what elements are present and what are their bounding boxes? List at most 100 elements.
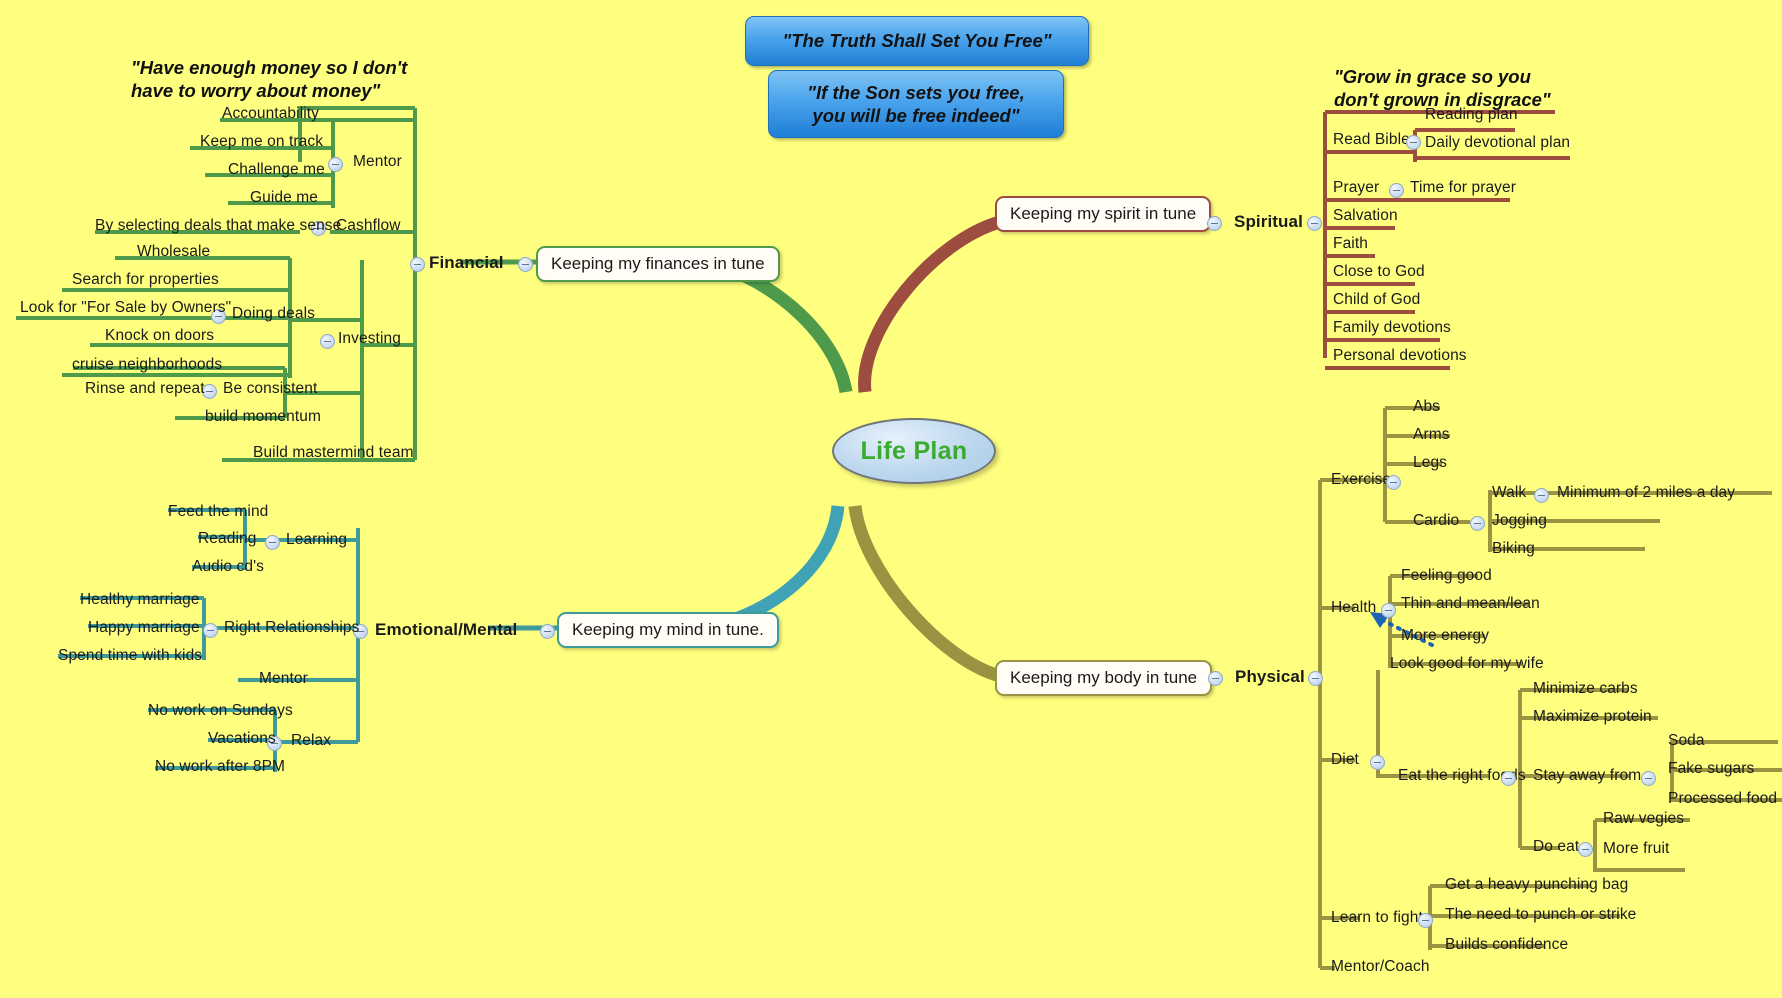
physical-stay-away-item-0[interactable]: Soda [1668, 732, 1705, 750]
emotional-learning-child-0[interactable]: Feed the mind [168, 503, 268, 521]
physical-cardio-child-2[interactable]: Biking [1492, 540, 1535, 558]
physical-fight-child-2[interactable]: Builds confidence [1445, 936, 1568, 954]
emotional-relax-child-2[interactable]: No work after 8PM [155, 758, 285, 776]
spiritual-prayer-child-0[interactable]: Time for prayer [1410, 179, 1516, 197]
physical-walk-child[interactable]: Minimum of 2 miles a day [1557, 484, 1735, 502]
physical-do-eat-child-1[interactable]: More fruit [1603, 840, 1669, 858]
physical-do-eat[interactable]: Do eat [1533, 838, 1579, 856]
spiritual-item-0[interactable]: Salvation [1333, 207, 1398, 225]
collapse-toggle-right-relationships[interactable] [203, 623, 218, 638]
collapse-toggle-learn-to-fight[interactable] [1418, 913, 1433, 928]
spiritual-item-3[interactable]: Child of God [1333, 291, 1420, 309]
financial-deals-child-2[interactable]: Look for "For Sale by Owners" [20, 299, 231, 317]
physical-cardio-child-1[interactable]: Jogging [1492, 512, 1547, 530]
financial-cashflow[interactable]: Cashflow [336, 217, 401, 235]
branch-label-emotional[interactable]: Emotional/Mental [375, 620, 517, 640]
keeping-spirit-box[interactable]: Keeping my spirit in tune [995, 196, 1212, 232]
emotional-rel-child-2[interactable]: Spend time with kids [58, 647, 202, 665]
collapse-toggle-investing[interactable] [320, 334, 335, 349]
spiritual-read-bible[interactable]: Read Bible [1333, 131, 1410, 149]
financial-cashflow-child-0[interactable]: By selecting deals that make sense [95, 217, 341, 235]
spiritual-item-1[interactable]: Faith [1333, 235, 1368, 253]
collapse-toggle-exercise[interactable] [1386, 475, 1401, 490]
branch-label-spiritual[interactable]: Spiritual [1234, 212, 1303, 232]
collapse-toggle-finances-box[interactable] [518, 257, 533, 272]
keeping-mind-box[interactable]: Keeping my mind in tune. [557, 612, 779, 648]
emotional-relax[interactable]: Relax [291, 732, 331, 750]
collapse-toggle-do-eat[interactable] [1578, 842, 1593, 857]
financial-mentor-child-2[interactable]: Challenge me [228, 161, 325, 179]
physical-fight-child-0[interactable]: Get a heavy punching bag [1445, 876, 1628, 894]
emotional-learning-child-2[interactable]: Audio cd's [192, 558, 264, 576]
financial-mentor[interactable]: Mentor [353, 153, 402, 171]
spiritual-item-2[interactable]: Close to God [1333, 263, 1425, 281]
physical-exercise-child-2[interactable]: Legs [1413, 454, 1447, 472]
scripture-box-truth[interactable]: "The Truth Shall Set You Free" [745, 16, 1089, 66]
emotional-learning[interactable]: Learning [286, 531, 347, 549]
physical-health-child-0[interactable]: Feeling good [1401, 567, 1492, 585]
financial-deals-child-1[interactable]: Search for properties [72, 271, 219, 289]
spiritual-prayer[interactable]: Prayer [1333, 179, 1379, 197]
collapse-toggle-cardio[interactable] [1470, 516, 1485, 531]
financial-doing-deals[interactable]: Doing deals [232, 305, 315, 323]
emotional-rel-child-1[interactable]: Happy marriage [88, 619, 200, 637]
financial-deals-child-4[interactable]: cruise neighborhoods [72, 356, 222, 374]
physical-exercise-child-0[interactable]: Abs [1413, 398, 1440, 416]
collapse-toggle-mind-box[interactable] [540, 624, 555, 639]
financial-deals-child-0[interactable]: Wholesale [137, 243, 210, 261]
physical-stay-away-child-1[interactable]: Maximize protein [1533, 708, 1652, 726]
financial-deals-child-3[interactable]: Knock on doors [105, 327, 214, 345]
physical-mentor-coach[interactable]: Mentor/Coach [1331, 958, 1430, 976]
financial-consistent-child-0[interactable]: Rinse and repeat [85, 380, 205, 398]
physical-health-child-1[interactable]: Thin and mean/lean [1401, 595, 1540, 613]
collapse-toggle-financial[interactable] [410, 257, 425, 272]
spiritual-bible-child-1[interactable]: Daily devotional plan [1425, 134, 1570, 152]
physical-fight-child-1[interactable]: The need to punch or strike [1445, 906, 1636, 924]
physical-health[interactable]: Health [1331, 599, 1376, 617]
financial-mentor-child-1[interactable]: Keep me on track [200, 133, 323, 151]
financial-investing[interactable]: Investing [338, 330, 401, 348]
spiritual-bible-child-0[interactable]: Reading plan [1425, 106, 1518, 124]
emotional-relax-child-1[interactable]: Vacations [208, 730, 276, 748]
physical-stay-away-child-0[interactable]: Minimize carbs [1533, 680, 1638, 698]
keeping-body-box[interactable]: Keeping my body in tune [995, 660, 1213, 696]
collapse-toggle-body-box[interactable] [1208, 671, 1223, 686]
physical-health-child-3[interactable]: Look good for my wife [1390, 655, 1544, 673]
collapse-toggle-stay-away-from[interactable] [1641, 771, 1656, 786]
keeping-finances-box[interactable]: Keeping my finances in tune [536, 246, 780, 282]
collapse-toggle-spiritual[interactable] [1307, 216, 1322, 231]
collapse-toggle-mentor-financial[interactable] [328, 157, 343, 172]
physical-do-eat-child-0[interactable]: Raw vegies [1603, 810, 1684, 828]
spiritual-item-4[interactable]: Family devotions [1333, 319, 1451, 337]
root-node-life-plan[interactable]: Life Plan [832, 418, 996, 484]
emotional-right-relationships[interactable]: Right Relationships [224, 619, 359, 637]
financial-build-mastermind[interactable]: Build mastermind team [253, 444, 414, 462]
physical-learn-to-fight[interactable]: Learn to fight [1331, 909, 1423, 927]
collapse-toggle-health[interactable] [1381, 603, 1396, 618]
physical-health-child-2[interactable]: More energy [1401, 627, 1489, 645]
financial-mentor-child-0[interactable]: Accountability [222, 105, 319, 123]
collapse-toggle-learning[interactable] [265, 535, 280, 550]
collapse-toggle-physical[interactable] [1308, 671, 1323, 686]
branch-label-financial[interactable]: Financial [429, 253, 504, 273]
scripture-box-son[interactable]: "If the Son sets you free, you will be f… [768, 70, 1064, 138]
spiritual-item-5[interactable]: Personal devotions [1333, 347, 1467, 365]
collapse-toggle-eat-right-foods[interactable] [1501, 771, 1516, 786]
physical-cardio[interactable]: Cardio [1413, 512, 1459, 530]
collapse-toggle-prayer[interactable] [1389, 183, 1404, 198]
emotional-learning-child-1[interactable]: Reading [198, 530, 256, 548]
physical-stay-away-item-1[interactable]: Fake sugars [1668, 760, 1754, 778]
financial-be-consistent[interactable]: Be consistent [223, 380, 317, 398]
financial-consistent-child-1[interactable]: build momentum [205, 408, 321, 426]
collapse-toggle-diet[interactable] [1370, 755, 1385, 770]
collapse-toggle-walk[interactable] [1534, 488, 1549, 503]
physical-stay-away-item-2[interactable]: Processed food [1668, 790, 1777, 808]
physical-exercise[interactable]: Exercise [1331, 471, 1391, 489]
physical-stay-away-from[interactable]: Stay away from [1533, 767, 1641, 785]
emotional-relax-child-0[interactable]: No work on Sundays [148, 702, 293, 720]
collapse-toggle-read-bible[interactable] [1406, 135, 1421, 150]
emotional-mentor[interactable]: Mentor [259, 670, 308, 688]
collapse-toggle-spirit-box[interactable] [1207, 216, 1222, 231]
financial-mentor-child-3[interactable]: Guide me [250, 189, 318, 207]
physical-exercise-child-1[interactable]: Arms [1413, 426, 1450, 444]
